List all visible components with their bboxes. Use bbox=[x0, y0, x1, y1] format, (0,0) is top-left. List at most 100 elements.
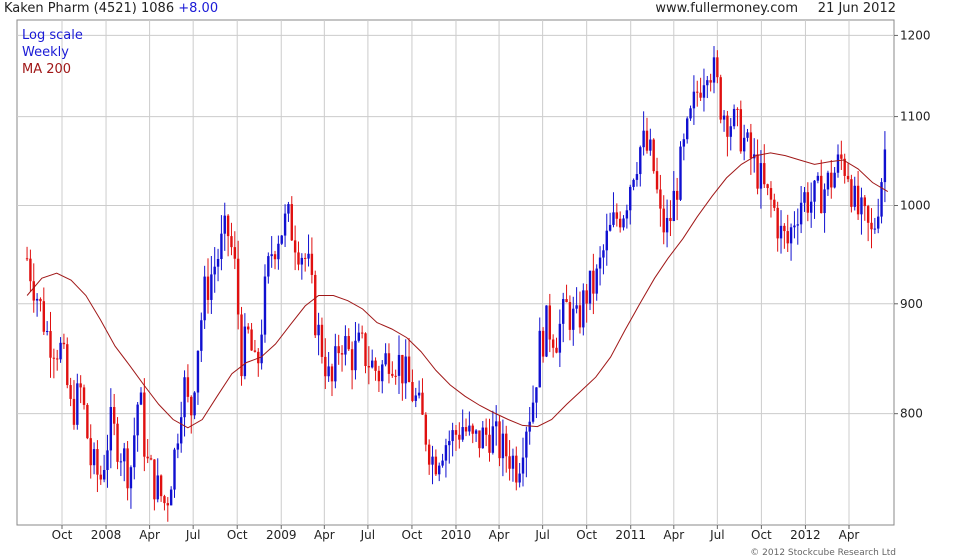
stock-chart: Oct 2008 Apr Jul Oct 2009 Apr Jul Oct 2010 Apr Jul O… bbox=[16, 19, 931, 542]
candle-body bbox=[287, 204, 290, 214]
candle bbox=[350, 341, 354, 390]
candle bbox=[354, 321, 357, 380]
candle bbox=[665, 199, 669, 248]
candle-body bbox=[719, 77, 722, 120]
candle bbox=[652, 138, 655, 174]
candle bbox=[649, 128, 652, 156]
candle-body bbox=[303, 257, 307, 259]
candle bbox=[458, 422, 461, 449]
candle-body bbox=[870, 222, 873, 230]
candle bbox=[360, 325, 364, 339]
candle bbox=[270, 236, 273, 268]
candle bbox=[642, 111, 645, 156]
candle bbox=[444, 438, 448, 478]
candle-body bbox=[866, 206, 870, 223]
candle-body bbox=[746, 132, 749, 138]
candle-body bbox=[833, 172, 836, 188]
candle-body bbox=[766, 184, 769, 189]
candle bbox=[106, 434, 109, 488]
candle-body bbox=[206, 276, 210, 300]
candle bbox=[45, 321, 49, 336]
candle-body bbox=[59, 342, 62, 360]
candle-body bbox=[149, 458, 153, 460]
candle bbox=[515, 446, 518, 491]
candle bbox=[639, 145, 642, 187]
candle bbox=[69, 377, 72, 407]
candle bbox=[618, 211, 622, 233]
candle bbox=[330, 363, 334, 397]
candle-body bbox=[820, 175, 823, 214]
candle bbox=[565, 284, 568, 303]
candle bbox=[62, 333, 66, 349]
copyright: © 2012 Stockcube Research Ltd bbox=[750, 548, 896, 558]
candle-body bbox=[518, 473, 521, 483]
candle bbox=[793, 211, 796, 239]
candle-body bbox=[253, 350, 257, 352]
candle-body bbox=[29, 258, 32, 282]
candle bbox=[25, 246, 29, 262]
candle-body bbox=[86, 404, 89, 439]
x-tick-label: Oct bbox=[576, 528, 597, 542]
candle bbox=[76, 373, 79, 430]
candle-body bbox=[293, 240, 297, 253]
x-tick-label: 2009 bbox=[266, 528, 297, 542]
candle-body bbox=[79, 383, 82, 388]
candle-body bbox=[494, 421, 498, 427]
candle-body bbox=[474, 430, 478, 434]
x-tick-label: Oct bbox=[227, 528, 248, 542]
candle-body bbox=[391, 373, 394, 376]
x-tick-label: Oct bbox=[402, 528, 423, 542]
candle bbox=[608, 212, 612, 232]
candle-body bbox=[213, 266, 216, 275]
candle-body bbox=[102, 470, 106, 480]
candle bbox=[548, 293, 552, 353]
candle-body bbox=[823, 189, 826, 214]
candle-body bbox=[538, 330, 541, 388]
candle-body bbox=[196, 350, 200, 393]
candle bbox=[461, 409, 464, 442]
candle-body bbox=[773, 199, 776, 208]
candle-body bbox=[645, 130, 649, 151]
candle bbox=[233, 231, 237, 270]
candle bbox=[505, 425, 508, 473]
candle bbox=[722, 110, 726, 132]
candle bbox=[112, 393, 116, 436]
candle-body bbox=[853, 185, 856, 207]
candle bbox=[394, 369, 397, 385]
candle-body bbox=[595, 268, 598, 294]
candle bbox=[833, 167, 836, 189]
candle-body bbox=[739, 109, 743, 152]
candle bbox=[337, 334, 340, 365]
candle bbox=[421, 378, 424, 415]
candle bbox=[109, 388, 113, 469]
candle bbox=[602, 244, 605, 275]
candle bbox=[203, 265, 206, 329]
candle-body bbox=[283, 213, 287, 236]
candle bbox=[166, 497, 169, 522]
candle-body bbox=[116, 423, 119, 462]
candle bbox=[240, 306, 243, 386]
candle-body bbox=[381, 364, 384, 382]
candle bbox=[347, 328, 350, 351]
candle-body bbox=[625, 210, 629, 219]
candle bbox=[146, 439, 149, 464]
candle bbox=[173, 447, 176, 498]
x-tick-label: 2012 bbox=[790, 528, 821, 542]
candle-body bbox=[129, 467, 133, 489]
candle bbox=[216, 248, 220, 282]
candle bbox=[257, 348, 260, 377]
candle-body bbox=[136, 404, 139, 436]
candle-body bbox=[652, 139, 655, 172]
candle-body bbox=[330, 366, 334, 382]
candle-body bbox=[632, 179, 635, 187]
candle bbox=[612, 192, 615, 228]
candle-body bbox=[675, 190, 679, 200]
candle bbox=[377, 365, 381, 392]
candle bbox=[334, 333, 337, 389]
candle-body bbox=[672, 190, 675, 222]
candle bbox=[42, 287, 46, 336]
candle-body bbox=[572, 308, 575, 330]
ma200-line bbox=[26, 152, 889, 429]
candle bbox=[193, 391, 196, 420]
candle bbox=[494, 405, 498, 446]
